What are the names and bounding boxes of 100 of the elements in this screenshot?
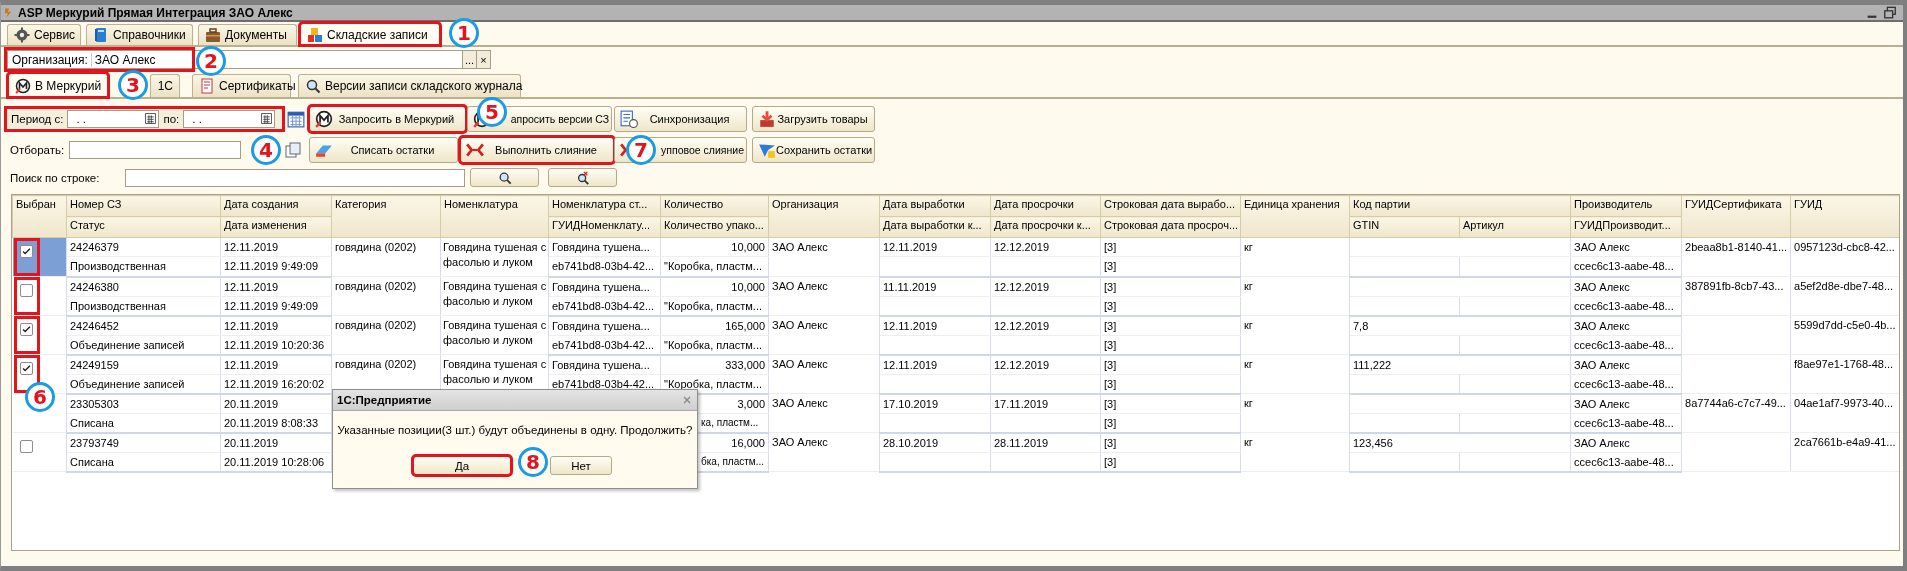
table-cell: eb741bd8-03b4-42... — [548, 335, 661, 355]
logo-icon — [15, 77, 31, 94]
toolbar-button[interactable]: Запросить в Меркурий — [309, 105, 466, 132]
checkbox[interactable] — [19, 323, 33, 336]
table-cell: ЗАО Алекс — [1570, 354, 1682, 374]
checkbox[interactable] — [19, 284, 33, 297]
table-cell: 24246380 — [66, 276, 221, 296]
check-icon — [20, 324, 32, 335]
table-cell: 28.10.2019 — [879, 432, 991, 452]
tab[interactable]: Сервис — [7, 24, 81, 45]
table-cell: 2ca7661b-e4a9-41... — [1790, 432, 1899, 472]
table-cell: Говядина тушеная с фасолью и луком — [440, 276, 549, 316]
field-value: ЗАО Алекс — [93, 52, 157, 67]
date-field[interactable]: . . — [67, 109, 160, 128]
tab[interactable]: Справочники — [86, 24, 193, 45]
table-cell: 0957123d-cbc8-42... — [1790, 237, 1899, 277]
field-label: Период с: — [11, 112, 64, 125]
toolbar-button[interactable]: Синхронизация — [614, 105, 747, 132]
callout-badge: 3 — [118, 70, 148, 100]
tab[interactable]: Документы — [198, 24, 297, 45]
column-header[interactable]: Единица хранения — [1240, 195, 1350, 238]
table-cell: 165,000 — [660, 315, 769, 335]
calendar-icon[interactable] — [287, 109, 305, 128]
table-cell: говядина (0202) — [331, 315, 441, 355]
table-cell: ccec6c13-aabe-48... — [1570, 256, 1682, 277]
table-cell: кг — [1240, 276, 1350, 316]
column-header[interactable]: Дата создания — [220, 195, 332, 217]
table-cell: ЗАО Алекс — [768, 276, 880, 316]
column-header[interactable]: Количество — [660, 195, 769, 217]
table-cell: кг — [1240, 393, 1350, 433]
column-header[interactable]: Производитель — [1570, 195, 1682, 217]
column-header[interactable]: Номер СЗ — [66, 195, 221, 217]
dialog-button[interactable]: Нет — [550, 456, 612, 475]
column-header[interactable]: Номенклатура — [440, 195, 549, 238]
copy-icon[interactable] — [285, 141, 301, 158]
table-cell: 17.11.2019 — [990, 393, 1101, 413]
table-cell: 333,000 — [660, 354, 769, 374]
table-cell: 12.12.2019 — [990, 354, 1101, 374]
column-header[interactable]: Дата просрочки — [990, 195, 1101, 217]
dialog-button[interactable]: Да — [413, 456, 511, 475]
check-icon — [20, 246, 32, 257]
column-header[interactable]: Строковая дата вырабо... — [1100, 195, 1241, 217]
table-cell: ЗАО Алекс — [768, 432, 880, 472]
column-header[interactable]: ГУИД — [1790, 195, 1899, 238]
document-icon — [620, 109, 638, 128]
column-header[interactable]: Выбран — [12, 195, 67, 238]
table-cell: [3] — [1100, 432, 1241, 452]
column-header[interactable]: Код партии — [1349, 195, 1571, 217]
table-cell: 20.11.2019 — [220, 393, 332, 413]
table-cell: 10,000 — [660, 276, 769, 296]
callout-badge: 4 — [251, 135, 281, 165]
checkbox[interactable] — [19, 245, 33, 258]
field-label: Отборать: — [10, 143, 65, 156]
date-field[interactable]: . . — [183, 109, 276, 128]
table-cell: 12.11.2019 9:49:09 — [220, 296, 332, 316]
toolbar-button[interactable]: Списать остатки — [309, 136, 458, 163]
table-cell: [3] — [1100, 256, 1241, 277]
tab[interactable]: В Меркурий — [8, 73, 108, 97]
table-cell: [3] — [1100, 296, 1241, 316]
search-button[interactable] — [470, 168, 539, 187]
tab[interactable]: Версии записи складского журнала — [298, 74, 521, 97]
document-icon — [199, 78, 215, 94]
column-header[interactable]: ГУИДСертификата — [1681, 195, 1791, 238]
toolbar-button[interactable]: Загрузить товары — [752, 105, 875, 132]
filter-field[interactable] — [69, 140, 241, 159]
table-cell: ЗАО Алекс — [1570, 315, 1682, 335]
table-cell: ccec6c13-aabe-48... — [1570, 296, 1682, 316]
table-cell: "Коробка, пластм... — [660, 296, 769, 316]
tab[interactable]: 1С — [150, 74, 180, 97]
clear-search-button[interactable] — [548, 168, 617, 187]
table-cell: 12.12.2019 — [990, 237, 1101, 257]
tab[interactable]: Складские записи — [300, 23, 440, 45]
select-button[interactable]: ... — [462, 51, 476, 68]
toolbar-button[interactable]: Сохранить остатки — [752, 136, 875, 163]
table-cell: 04ae1af7-9973-40... — [1790, 393, 1899, 433]
table-cell: 12.11.2019 — [220, 237, 332, 257]
column-header[interactable]: Номенклатура ст... — [548, 195, 661, 217]
table-cell: 12.11.2019 — [879, 354, 991, 374]
table-cell: ЗАО Алекс — [1570, 393, 1682, 413]
clear-search-icon — [575, 170, 590, 185]
table-cell: 23793749 — [66, 432, 221, 452]
clear-button[interactable]: × — [476, 51, 490, 68]
close-icon[interactable] — [681, 394, 693, 406]
table-cell: 12.12.2019 — [990, 276, 1101, 296]
table-cell: f8ae97e1-1768-48... — [1790, 354, 1899, 394]
search-icon — [497, 170, 512, 185]
table-cell: 20.11.2019 8:08:33 — [220, 413, 332, 433]
restore-icon[interactable] — [1883, 5, 1897, 20]
table-cell: 387891fb-8cb7-43... — [1681, 276, 1791, 316]
table-cell: eb741bd8-03b4-42... — [548, 256, 661, 277]
column-header[interactable]: Организация — [768, 195, 880, 238]
search-field[interactable] — [125, 168, 465, 187]
toolbar-button[interactable]: Выполнить слияние — [460, 136, 614, 163]
checkbox[interactable] — [19, 440, 33, 453]
table-cell: Говядина тушена... — [548, 237, 661, 257]
table-cell: 24246379 — [66, 237, 221, 257]
column-header[interactable]: Категория — [331, 195, 441, 238]
checkbox[interactable] — [19, 362, 33, 375]
column-header[interactable]: Дата выработки — [879, 195, 991, 217]
table-cell: ЗАО Алекс — [768, 237, 880, 277]
